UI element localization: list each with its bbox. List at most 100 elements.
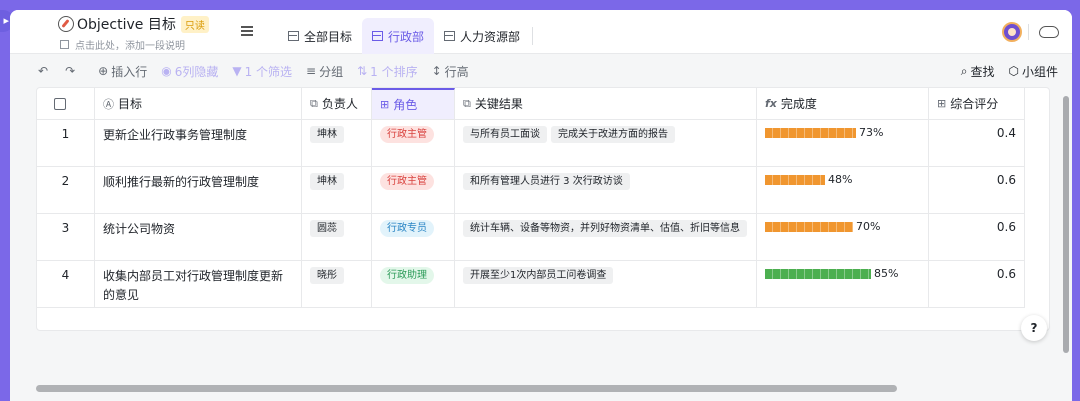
key-results-cell[interactable]: 和所有管理人员进行 3 次行政访谈: [455, 167, 757, 213]
key-result-tag: 开展至少1次内部员工问卷调查: [463, 267, 614, 284]
column-header-completion[interactable]: fx 完成度: [757, 88, 929, 119]
column-label: 角色: [393, 98, 418, 112]
key-results-cell[interactable]: 统计车辆、设备等物资，并列好物资清单、估值、折旧等信息: [455, 214, 757, 260]
score-cell: 0.6: [929, 214, 1025, 260]
role-tag: 行政专员: [380, 220, 434, 237]
compass-icon: [58, 16, 74, 32]
grid-header-row: Ⓐ 目标 ⧉ 负责人 ⊞ 角色 ⧉ 关键结果 fx 完成度 ⊞ 综合评分: [37, 88, 1025, 120]
hidden-columns-label: 6列隐藏: [174, 64, 219, 79]
owner-cell[interactable]: 坤林: [302, 120, 372, 166]
owner-cell[interactable]: 圆蕊: [302, 214, 372, 260]
goal-cell[interactable]: 更新企业行政事务管理制度: [95, 120, 302, 166]
progress-percent: 73%: [859, 126, 884, 139]
owner-cell[interactable]: 晓彤: [302, 261, 372, 307]
description-icon: [60, 40, 69, 49]
vertical-scrollbar[interactable]: [1063, 96, 1069, 353]
column-header-key-results[interactable]: ⧉ 关键结果: [455, 88, 757, 119]
goal-text: 收集内部员工对行政管理制度更新的意见: [103, 269, 284, 302]
column-label: 目标: [118, 97, 143, 111]
hidden-columns-button[interactable]: ◉ 6列隐藏: [161, 63, 218, 80]
insert-row-button[interactable]: ⊕ 插入行: [98, 63, 147, 80]
tab-hr-dept[interactable]: 人力资源部: [434, 18, 530, 54]
description-field[interactable]: 点击此处，添加一段说明: [58, 37, 209, 52]
owner-tag: 圆蕊: [310, 220, 344, 237]
column-header-role[interactable]: ⊞ 角色: [372, 88, 455, 119]
filter-label: 1 个筛选: [244, 64, 293, 79]
table-row[interactable]: 4 收集内部员工对行政管理制度更新的意见 晓彤 行政助理 开展至少1次内部员工问…: [37, 261, 1025, 308]
tab-all-goals[interactable]: 全部目标: [278, 18, 362, 54]
filter-icon: ▼: [232, 64, 242, 78]
column-label: 关键结果: [474, 97, 523, 111]
search-label: 查找: [970, 64, 995, 79]
goal-cell[interactable]: 收集内部员工对行政管理制度更新的意见: [95, 261, 302, 307]
widgets-button[interactable]: ⬡ 小组件: [1009, 63, 1059, 80]
undo-icon: ↶: [38, 64, 49, 78]
insert-row-label: 插入行: [111, 64, 148, 79]
progress-bar: [765, 127, 856, 138]
tab-label: 全部目标: [304, 29, 353, 44]
select-all-checkbox[interactable]: [54, 97, 66, 110]
toolbar: ↶ ↷ ⊕ 插入行 ◉ 6列隐藏 ▼ 1 个筛选 ≡ 分组 ⇅ 1 个排序 ↕ 行高 ⌕ 查找…: [10, 55, 1072, 87]
row-height-button[interactable]: ↕ 行高: [432, 63, 469, 80]
widget-icon: ⬡: [1008, 64, 1019, 78]
column-label: 负责人: [321, 97, 358, 111]
key-results-cell[interactable]: 开展至少1次内部员工问卷调查: [455, 261, 757, 307]
tab-label: 行政部: [388, 29, 425, 44]
row-index: 4: [37, 261, 95, 307]
text-field-icon: Ⓐ: [103, 97, 114, 111]
title-area: Objective 目标 只读 点击此处，添加一段说明: [58, 15, 209, 52]
lookup-field-icon: ⊞: [380, 98, 390, 111]
key-result-tag: 统计车辆、设备等物资，并列好物资清单、估值、折旧等信息: [463, 220, 747, 237]
readonly-badge: 只读: [180, 15, 209, 33]
score-cell: 0.4: [929, 120, 1025, 166]
search-button[interactable]: ⌕ 查找: [961, 63, 995, 80]
role-tag: 行政主管: [380, 173, 434, 190]
role-tag: 行政助理: [380, 267, 434, 284]
group-button[interactable]: ≡ 分组: [306, 63, 343, 80]
role-cell[interactable]: 行政主管: [372, 120, 455, 166]
help-button[interactable]: ?: [1021, 315, 1047, 341]
goal-cell[interactable]: 统计公司物资: [95, 214, 302, 260]
avatar[interactable]: [1002, 22, 1022, 42]
row-index: 2: [37, 167, 95, 213]
table-row[interactable]: 3 统计公司物资 圆蕊 行政专员 统计车辆、设备等物资，并列好物资清单、估值、折…: [37, 214, 1025, 261]
completion-cell: 70%: [757, 214, 929, 260]
progress-bar: [765, 174, 825, 185]
score-cell: 0.6: [929, 261, 1025, 307]
horizontal-scrollbar[interactable]: [36, 385, 897, 392]
formula-icon: fx: [765, 97, 777, 110]
goal-text: 统计公司物资: [103, 222, 176, 236]
view-menu-icon[interactable]: [241, 26, 253, 36]
role-cell[interactable]: 行政主管: [372, 167, 455, 213]
sort-button[interactable]: ⇅ 1 个排序: [357, 63, 418, 80]
table-row[interactable]: 2 顺利推行最新的行政管理制度 坤林 行政主管 和所有管理人员进行 3 次行政访…: [37, 167, 1025, 214]
lookup-field-icon: ⊞: [937, 97, 947, 110]
row-height-label: 行高: [444, 64, 469, 79]
column-header-score[interactable]: ⊞ 综合评分: [929, 88, 1025, 119]
tab-divider: [532, 27, 534, 45]
column-header-goal[interactable]: Ⓐ 目标: [95, 88, 302, 119]
goal-cell[interactable]: 顺利推行最新的行政管理制度: [95, 167, 302, 213]
column-label: 完成度: [780, 97, 817, 111]
completion-cell: 48%: [757, 167, 929, 213]
cloud-sync-icon[interactable]: [1039, 26, 1059, 38]
row-index: 1: [37, 120, 95, 166]
progress-percent: 85%: [874, 267, 899, 280]
owner-cell[interactable]: 坤林: [302, 167, 372, 213]
table-row[interactable]: 1 更新企业行政事务管理制度 坤林 行政主管 与所有员工面谈 完成关于改进方面的报…: [37, 120, 1025, 167]
undo-button[interactable]: ↶: [38, 64, 51, 78]
sort-icon: ⇅: [357, 64, 368, 78]
role-cell[interactable]: 行政专员: [372, 214, 455, 260]
widgets-label: 小组件: [1021, 64, 1058, 79]
header-bar: Objective 目标 只读 点击此处，添加一段说明 全部目标 行政部 人力资…: [10, 10, 1072, 54]
tab-admin-dept[interactable]: 行政部: [362, 18, 435, 54]
filter-button[interactable]: ▼ 1 个筛选: [232, 63, 292, 80]
role-cell[interactable]: 行政助理: [372, 261, 455, 307]
eye-icon: ◉: [161, 64, 172, 78]
score-cell: 0.6: [929, 167, 1025, 213]
key-results-cell[interactable]: 与所有员工面谈 完成关于改进方面的报告: [455, 120, 757, 166]
column-header-owner[interactable]: ⧉ 负责人: [302, 88, 372, 119]
view-tabs: 全部目标 行政部 人力资源部: [278, 18, 534, 54]
redo-button[interactable]: ↷: [65, 64, 78, 78]
select-all-cell: [37, 88, 95, 119]
